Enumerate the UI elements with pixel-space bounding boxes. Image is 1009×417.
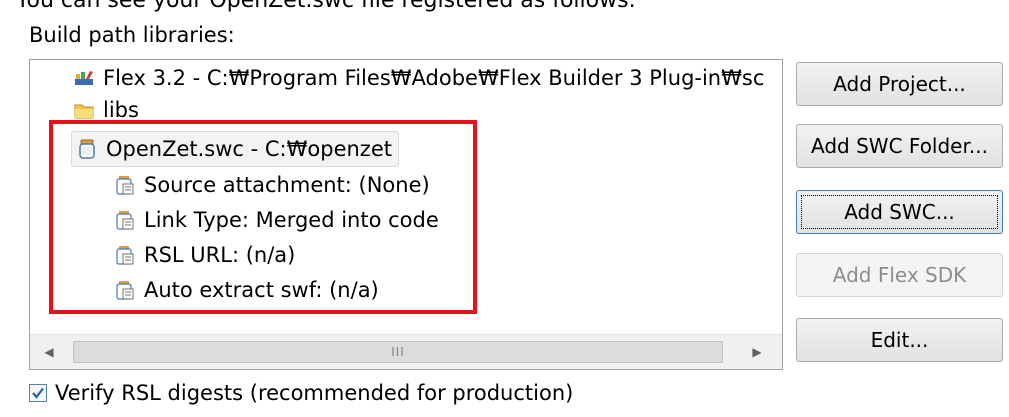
scroll-left-arrow-icon[interactable]: ◀ (34, 335, 64, 369)
folder-icon (74, 104, 94, 119)
tree-item-link-type[interactable]: Link Type: Merged into code (114, 203, 439, 237)
scroll-thumb-grip: III (391, 345, 405, 359)
add-project-button-label: Add Project... (833, 72, 966, 96)
edit-button[interactable]: Edit... (796, 318, 1003, 362)
swc-jar-icon (79, 139, 95, 159)
add-swc-folder-button-label: Add SWC Folder... (811, 134, 988, 158)
horizontal-scrollbar[interactable]: ◀ III ▶ (30, 334, 782, 369)
tree-item-auto-extract-swf[interactable]: Auto extract swf: (n/a) (114, 273, 379, 307)
tree-item-openzet-swc[interactable]: OpenZet.swc - C:₩openzet (71, 131, 399, 167)
library-tree[interactable]: Flex 3.2 - C:₩Program Files₩Adobe₩Flex B… (29, 59, 783, 370)
add-swc-button[interactable]: Add SWC... (796, 190, 1003, 234)
add-flex-sdk-button-label: Add Flex SDK (832, 263, 967, 287)
verify-rsl-digests-row[interactable]: Verify RSL digests (recommended for prod… (29, 378, 573, 408)
verify-rsl-digests-label: Verify RSL digests (recommended for prod… (55, 381, 574, 405)
tree-item-rsl-url[interactable]: RSL URL: (n/a) (114, 238, 295, 272)
tree-item-label: Source attachment: (None) (144, 173, 430, 197)
edit-button-label: Edit... (870, 328, 929, 352)
focus-ring (801, 195, 998, 229)
tree-item-label: Auto extract swf: (n/a) (144, 278, 379, 302)
tree-item-flex-sdk[interactable]: Flex 3.2 - C:₩Program Files₩Adobe₩Flex B… (73, 61, 764, 95)
tree-item-libs[interactable]: libs (73, 95, 139, 125)
add-project-button[interactable]: Add Project... (796, 62, 1003, 106)
verify-rsl-digests-checkbox[interactable] (29, 384, 47, 402)
checkmark-icon (32, 387, 44, 399)
tree-item-label: Flex 3.2 - C:₩Program Files₩Adobe₩Flex B… (103, 66, 765, 90)
tree-item-label: OpenZet.swc - C:₩openzet (106, 137, 392, 161)
build-path-libraries-label: Build path libraries: (29, 23, 235, 47)
attribute-icon (116, 211, 134, 230)
attribute-icon (116, 176, 134, 195)
tree-item-label: Link Type: Merged into code (144, 208, 439, 232)
library-icon (75, 71, 93, 85)
add-swc-folder-button[interactable]: Add SWC Folder... (796, 124, 1003, 168)
tree-item-source-attachment[interactable]: Source attachment: (None) (114, 168, 430, 202)
attribute-icon (116, 246, 134, 265)
tree-item-label: libs (103, 98, 139, 122)
instruction-caption: You can see your OpenZet.swc file regist… (16, 0, 636, 13)
scroll-thumb[interactable]: III (73, 341, 723, 363)
add-flex-sdk-button: Add Flex SDK (796, 253, 1003, 297)
tree-item-label: RSL URL: (n/a) (144, 243, 296, 267)
scroll-right-arrow-icon[interactable]: ▶ (742, 335, 772, 369)
attribute-icon (116, 281, 134, 300)
